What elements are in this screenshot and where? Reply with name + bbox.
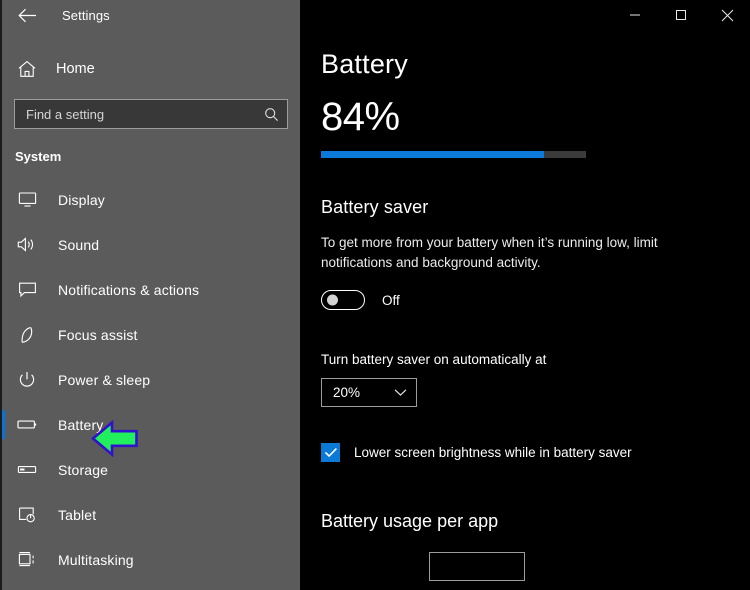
sidebar-item-power-sleep[interactable]: Power & sleep: [2, 357, 300, 402]
back-arrow-icon[interactable]: [10, 2, 44, 28]
sidebar-nav: Display Sound Notifications & actions Fo…: [2, 177, 300, 582]
checkmark-icon: [324, 448, 337, 458]
battery-saver-heading: Battery saver: [321, 197, 429, 217]
lower-brightness-checkbox[interactable]: [321, 443, 340, 463]
sidebar-item-storage[interactable]: Storage: [2, 447, 300, 492]
sidebar-item-multitasking-label: Multitasking: [58, 551, 134, 568]
home-icon: [16, 58, 38, 80]
sidebar-item-multitasking[interactable]: Multitasking: [2, 537, 300, 582]
window-controls: [300, 0, 750, 30]
sidebar-titlebar: Settings: [2, 0, 300, 30]
battery-progress-bar: [321, 151, 586, 158]
search-input[interactable]: [26, 106, 264, 122]
lower-brightness-label: Lower screen brightness while in battery…: [354, 445, 632, 461]
battery-saver-description: To get more from your battery when it’s …: [321, 235, 658, 270]
settings-window: Settings Home System: [0, 0, 750, 590]
sidebar-item-display-label: Display: [58, 191, 105, 208]
chat-bubble-icon: [16, 279, 38, 301]
sidebar-item-home-label: Home: [56, 61, 95, 77]
chevron-down-icon: [394, 388, 407, 397]
storage-icon: [16, 459, 38, 481]
sidebar-item-notifications-label: Notifications & actions: [58, 281, 200, 298]
sidebar-item-focus-assist-label: Focus assist: [58, 326, 138, 343]
sidebar-item-battery[interactable]: Battery: [2, 402, 300, 447]
battery-percentage: 84%: [321, 95, 400, 139]
monitor-icon: [16, 189, 38, 211]
sidebar-item-sound[interactable]: Sound: [2, 222, 300, 267]
lower-brightness-row[interactable]: Lower screen brightness while in battery…: [321, 443, 750, 463]
toggle-knob: [327, 294, 338, 306]
sidebar-item-focus-assist[interactable]: Focus assist: [2, 312, 300, 357]
sidebar-item-notifications[interactable]: Notifications & actions: [2, 267, 300, 312]
power-icon: [16, 369, 38, 391]
sidebar-item-display[interactable]: Display: [2, 177, 300, 222]
sidebar-item-tablet-label: Tablet: [58, 506, 97, 523]
main-content: Battery 84% Battery saver To get more fr…: [300, 0, 750, 590]
tablet-icon: [16, 504, 38, 526]
multitasking-icon: [16, 549, 38, 571]
close-button[interactable]: [704, 0, 750, 30]
search-icon[interactable]: [264, 107, 279, 122]
battery-usage-dropdown[interactable]: [429, 552, 525, 582]
search-box[interactable]: [14, 99, 288, 129]
page-title: Battery: [321, 49, 408, 79]
speaker-icon: [16, 234, 38, 256]
sidebar-item-tablet[interactable]: Tablet: [2, 492, 300, 537]
battery-saver-toggle-state: Off: [382, 292, 400, 308]
sidebar-item-home[interactable]: Home: [2, 52, 300, 86]
window-title: Settings: [62, 7, 110, 23]
sidebar-item-battery-label: Battery: [58, 416, 104, 433]
auto-on-dropdown-value: 20%: [333, 385, 361, 401]
minimize-button[interactable]: [612, 0, 658, 30]
battery-saver-toggle[interactable]: [321, 290, 365, 311]
battery-saver-toggle-row: Off: [321, 290, 750, 311]
battery-icon: [16, 414, 38, 436]
sidebar-item-storage-label: Storage: [58, 461, 109, 478]
auto-on-dropdown[interactable]: 20%: [321, 378, 417, 408]
sidebar-group-header: System: [15, 149, 62, 164]
sidebar-item-sound-label: Sound: [58, 236, 100, 253]
maximize-button[interactable]: [658, 0, 704, 30]
sidebar: Settings Home System: [0, 0, 300, 590]
moon-icon: [16, 324, 38, 346]
auto-on-label: Turn battery saver on automatically at: [321, 352, 547, 368]
sidebar-item-power-sleep-label: Power & sleep: [58, 371, 151, 388]
battery-usage-heading: Battery usage per app: [321, 511, 499, 532]
battery-progress-fill: [321, 151, 544, 158]
